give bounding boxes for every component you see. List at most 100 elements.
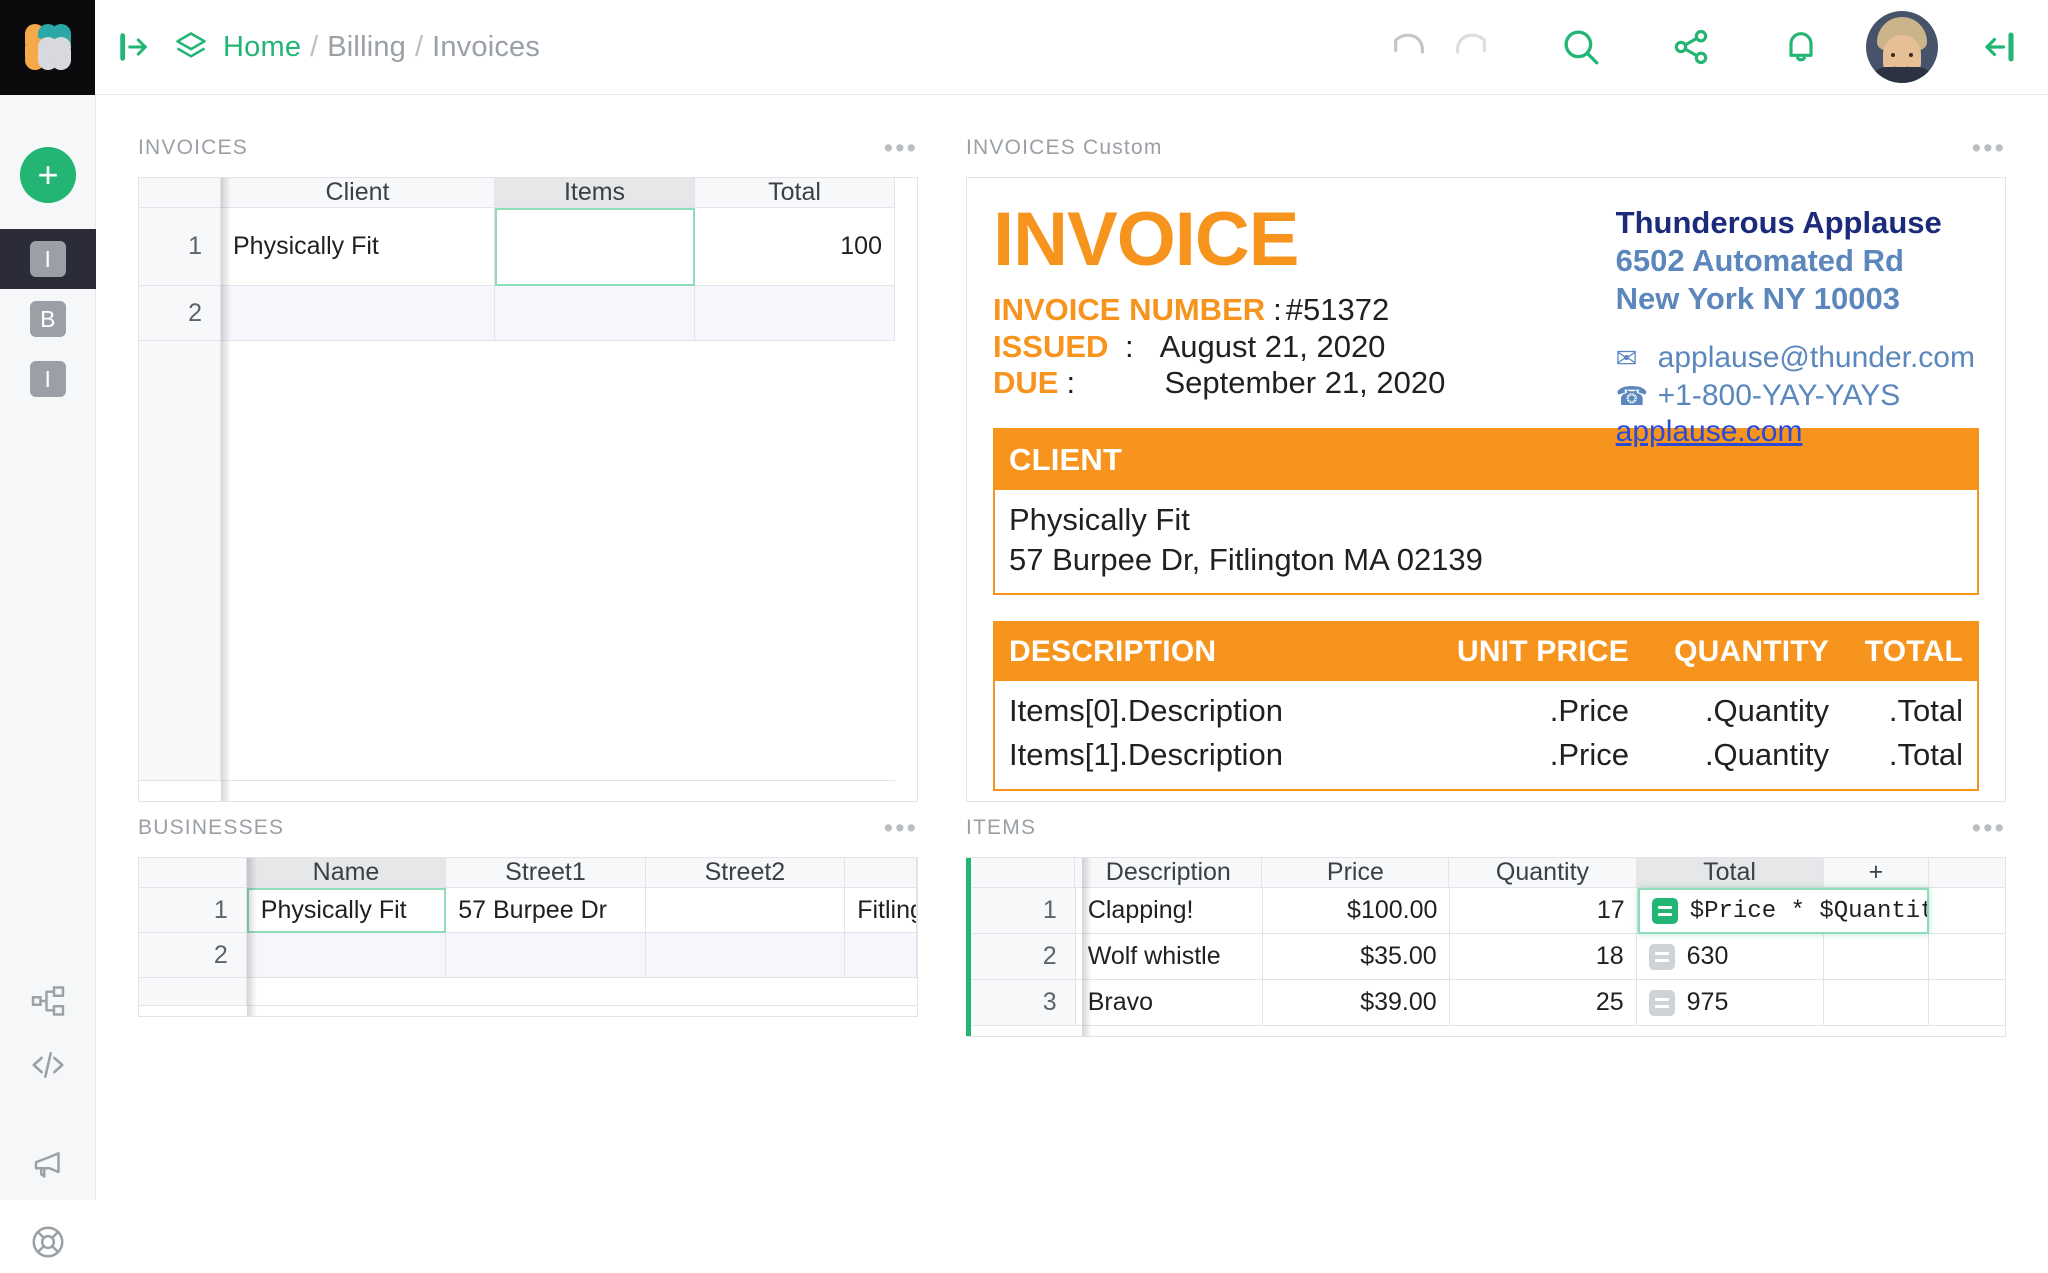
cell-total[interactable]: 630 <box>1636 934 1824 980</box>
cell-client[interactable]: Physically Fit <box>221 208 495 286</box>
column-header-street1[interactable]: Street1 <box>446 858 646 888</box>
add-button[interactable]: + <box>20 147 76 203</box>
add-column-button[interactable]: + <box>1823 858 1930 888</box>
table-row[interactable]: 2 Wolf whistle $35.00 18 630 <box>966 934 2005 980</box>
panel-menu-button[interactable]: ••• <box>1972 134 2006 161</box>
panel-header: INVOICES ••• <box>138 131 918 165</box>
search-icon[interactable] <box>1550 16 1612 78</box>
client-section-body: Physically Fit 57 Burpee Dr, Fitlington … <box>995 489 1977 594</box>
cell-total[interactable]: 975 <box>1636 980 1824 1026</box>
redo-icon[interactable] <box>1440 16 1502 78</box>
table-row[interactable]: 2 <box>139 286 917 341</box>
undo-icon[interactable] <box>1378 16 1440 78</box>
panel-menu-button[interactable]: ••• <box>884 134 918 161</box>
cell-total-selected-formula[interactable]: $Price * $Quantity <box>1637 888 1930 934</box>
company-email-line: ✉ applause@thunder.com <box>1616 339 1975 377</box>
column-header-items[interactable]: Items <box>495 178 695 208</box>
breadcrumb-item-billing[interactable]: Billing <box>327 31 406 64</box>
businesses-grid[interactable]: Name Street1 Street2 1 Physically Fit 57… <box>138 857 918 1017</box>
rail-app-businesses[interactable]: B <box>0 289 96 349</box>
layers-icon[interactable] <box>173 29 209 65</box>
items-grid[interactable]: Description Price Quantity Total + 1 Cla… <box>966 857 2006 1037</box>
column-header-total[interactable]: Total <box>1636 858 1824 888</box>
schema-icon[interactable] <box>0 970 96 1032</box>
cell-name[interactable] <box>246 933 447 978</box>
rail-app-invoices[interactable]: I <box>0 229 96 289</box>
notifications-bell-icon[interactable] <box>1770 16 1832 78</box>
share-icon[interactable] <box>1660 16 1722 78</box>
cell-total[interactable]: 100 <box>695 208 895 286</box>
column-header-rownum[interactable] <box>966 858 1076 888</box>
cell-total-text: 630 <box>1686 942 1729 970</box>
avatar[interactable] <box>1866 11 1938 83</box>
cell-price[interactable]: $35.00 <box>1262 934 1450 980</box>
column-header-description[interactable]: Description <box>1075 858 1263 888</box>
invoice-issued-label: ISSUED <box>993 328 1109 364</box>
table-row[interactable]: 3 Bravo $39.00 25 975 <box>966 980 2005 1026</box>
rail-app-chip: I <box>30 361 66 397</box>
column-header-client[interactable]: Client <box>221 178 495 208</box>
table-row[interactable]: 1 Physically Fit 100 <box>139 208 917 286</box>
table-filler-row <box>139 341 917 781</box>
company-website-link[interactable]: applause.com <box>1616 415 1975 449</box>
column-header-city[interactable] <box>845 858 917 888</box>
breadcrumb-item-home[interactable]: Home <box>223 31 301 64</box>
column-header-price[interactable]: Price <box>1262 858 1450 888</box>
cell-street2[interactable] <box>645 888 846 933</box>
invoices-grid[interactable]: Client Items Total 1 Physically Fit 100 … <box>138 177 918 802</box>
megaphone-icon[interactable] <box>0 1135 96 1197</box>
code-icon[interactable] <box>0 1034 96 1096</box>
column-header-rownum[interactable] <box>139 858 247 888</box>
cell-add-column[interactable] <box>1823 934 1930 980</box>
cell-street1[interactable]: 57 Burpee Dr <box>446 888 646 933</box>
company-contact: ✉ applause@thunder.com ☎ +1-800-YAY-YAYS… <box>1616 339 1975 449</box>
column-header-name[interactable]: Name <box>246 858 447 888</box>
table-row[interactable]: 1 Physically Fit 57 Burpee Dr Fitling <box>139 888 917 933</box>
panel-menu-button[interactable]: ••• <box>884 814 918 841</box>
cell-items-selected[interactable] <box>495 208 695 286</box>
panel-invoices-custom: INVOICES Custom ••• INVOICE INVOICE NUMB… <box>966 131 2006 802</box>
line-item-price: .Price <box>1549 737 1629 773</box>
cell-street1[interactable] <box>446 933 646 978</box>
column-header-total[interactable]: Total <box>695 178 895 208</box>
table-row[interactable]: 2 <box>139 933 917 978</box>
cell-description[interactable]: Bravo <box>1075 980 1263 1026</box>
app-logo[interactable] <box>0 0 95 95</box>
collapse-left-icon[interactable] <box>1968 16 2030 78</box>
column-header-street2[interactable]: Street2 <box>645 858 846 888</box>
cell-price[interactable]: $39.00 <box>1262 980 1450 1026</box>
breadcrumb-item-invoices[interactable]: Invoices <box>432 31 540 64</box>
cell-description[interactable]: Clapping! <box>1075 888 1264 934</box>
column-header-rownum[interactable] <box>139 178 221 208</box>
cell-quantity[interactable]: 25 <box>1449 980 1637 1026</box>
colon: : <box>1273 292 1282 328</box>
enter-arrow-icon[interactable] <box>117 30 151 64</box>
cell-quantity[interactable]: 17 <box>1450 888 1638 934</box>
row-number: 2 <box>139 933 247 978</box>
cell-quantity[interactable]: 18 <box>1449 934 1637 980</box>
line-item-price: .Price <box>1549 693 1629 729</box>
row-number: 1 <box>139 208 221 286</box>
cell-client[interactable] <box>221 286 495 341</box>
cell-name-selected[interactable]: Physically Fit <box>246 888 447 933</box>
row-number-filler <box>139 341 221 781</box>
cell-description[interactable]: Wolf whistle <box>1075 934 1263 980</box>
cell-price[interactable]: $100.00 <box>1263 888 1451 934</box>
cell-items[interactable] <box>495 286 695 341</box>
cell-add-column[interactable] <box>1823 980 1930 1026</box>
line-items-header-description: DESCRIPTION <box>1009 635 1217 669</box>
table-row[interactable]: 1 Clapping! $100.00 17 $Price * $Quantit… <box>966 888 2005 934</box>
row-number: 1 <box>139 888 247 933</box>
panel-menu-button[interactable]: ••• <box>1972 814 2006 841</box>
lifebuoy-help-icon[interactable] <box>0 1211 96 1273</box>
cell-total[interactable] <box>695 286 895 341</box>
panel-header: INVOICES Custom ••• <box>966 131 2006 165</box>
line-items-header-unit-price: UNIT PRICE <box>1456 635 1629 669</box>
cell-city[interactable] <box>845 933 917 978</box>
cell-street2[interactable] <box>645 933 846 978</box>
column-header-quantity[interactable]: Quantity <box>1449 858 1637 888</box>
cell-city[interactable]: Fitling <box>845 888 917 933</box>
rail-app-items[interactable]: I <box>0 349 96 409</box>
invoice-number-label: INVOICE NUMBER <box>993 292 1266 328</box>
rail-app-chip: I <box>30 241 66 277</box>
